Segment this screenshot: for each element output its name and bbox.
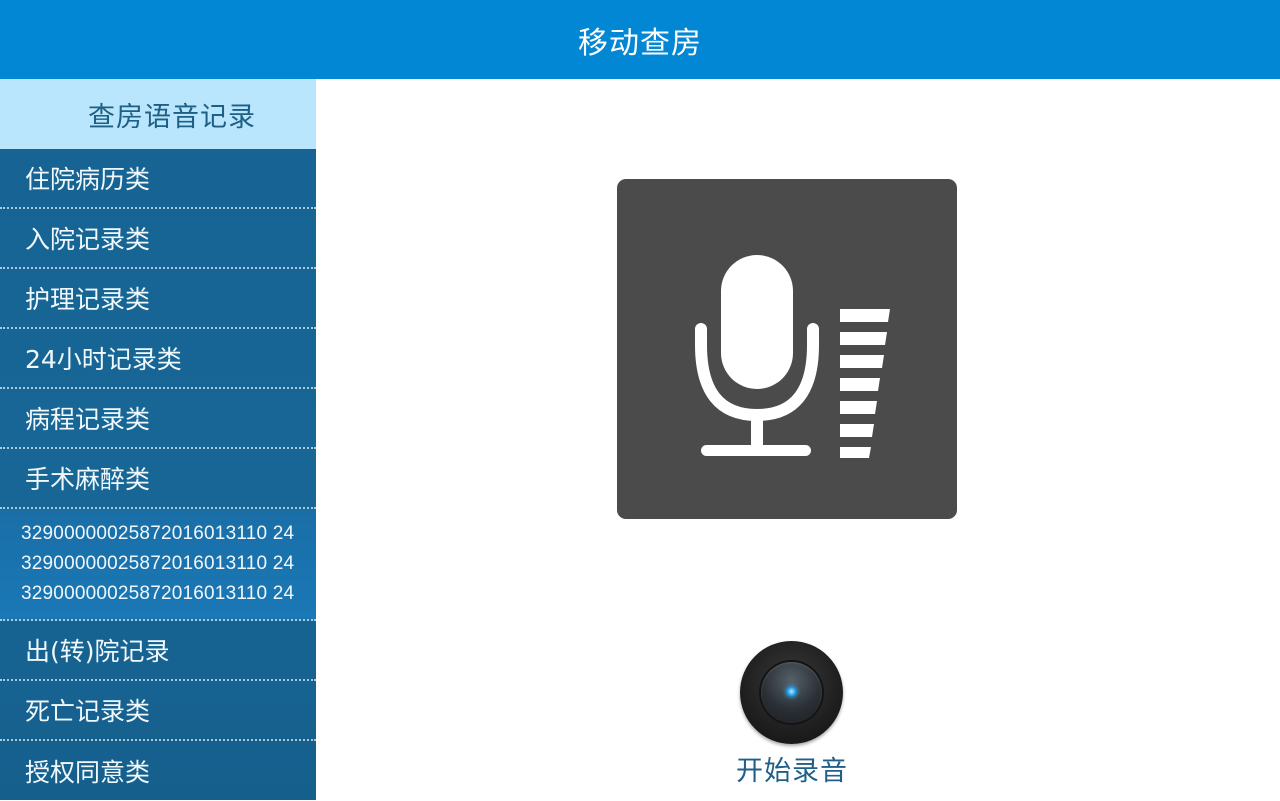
record-id-line: 32900000025872016013110 24 (21, 523, 295, 544)
sidebar-item-death-records[interactable]: 死亡记录类 (0, 681, 316, 741)
sidebar-item-label: 手术麻醉类 (25, 465, 151, 494)
sidebar-item-progress-records[interactable]: 病程记录类 (0, 389, 316, 449)
sidebar-item-24h-records[interactable]: 24小时记录类 (0, 329, 316, 389)
sidebar-item-label: 护理记录类 (25, 285, 151, 314)
sidebar-item-label: 24小时记录类 (25, 345, 182, 374)
microphone-panel (617, 179, 957, 519)
record-id-line: 32900000025872016013110 24 (21, 583, 295, 604)
sidebar-item-consent[interactable]: 授权同意类 (0, 741, 316, 801)
page-title: 移动查房 (578, 25, 702, 61)
sidebar-item-admission-records[interactable]: 入院记录类 (0, 209, 316, 269)
sidebar-item-discharge-transfer[interactable]: 出(转)院记录 (0, 621, 316, 681)
sidebar-item-nursing-records[interactable]: 护理记录类 (0, 269, 316, 329)
microphone-with-level-meter-icon (695, 255, 890, 458)
record-knob-icon (761, 662, 822, 723)
app-header: 移动查房 (0, 0, 1280, 79)
sidebar-item-label: 授权同意类 (25, 758, 151, 787)
sidebar: 查房语音记录 住院病历类 入院记录类 护理记录类 24小时记录类 病程记录类 手… (0, 79, 316, 800)
sidebar-item-surgery-anesthesia[interactable]: 手术麻醉类 (0, 449, 316, 509)
start-recording-label[interactable]: 开始录音 (692, 749, 892, 788)
sidebar-header[interactable]: 查房语音记录 (0, 79, 316, 149)
sidebar-item-record-ids[interactable]: 32900000025872016013110 24 3290000002587… (0, 509, 316, 621)
sidebar-item-label: 病程记录类 (25, 405, 151, 434)
record-led-indicator (786, 686, 797, 697)
main-content: 开始录音 (316, 79, 1280, 800)
sidebar-item-label: 出(转)院记录 (25, 637, 170, 666)
sidebar-item-inpatient-records[interactable]: 住院病历类 (0, 149, 316, 209)
record-id-line: 32900000025872016013110 24 (21, 553, 295, 574)
sidebar-header-label: 查房语音记录 (88, 101, 256, 133)
sidebar-item-label: 入院记录类 (25, 225, 151, 254)
sidebar-item-label: 住院病历类 (25, 165, 151, 194)
sidebar-item-label: 死亡记录类 (25, 697, 151, 726)
start-recording-button[interactable] (740, 641, 843, 744)
